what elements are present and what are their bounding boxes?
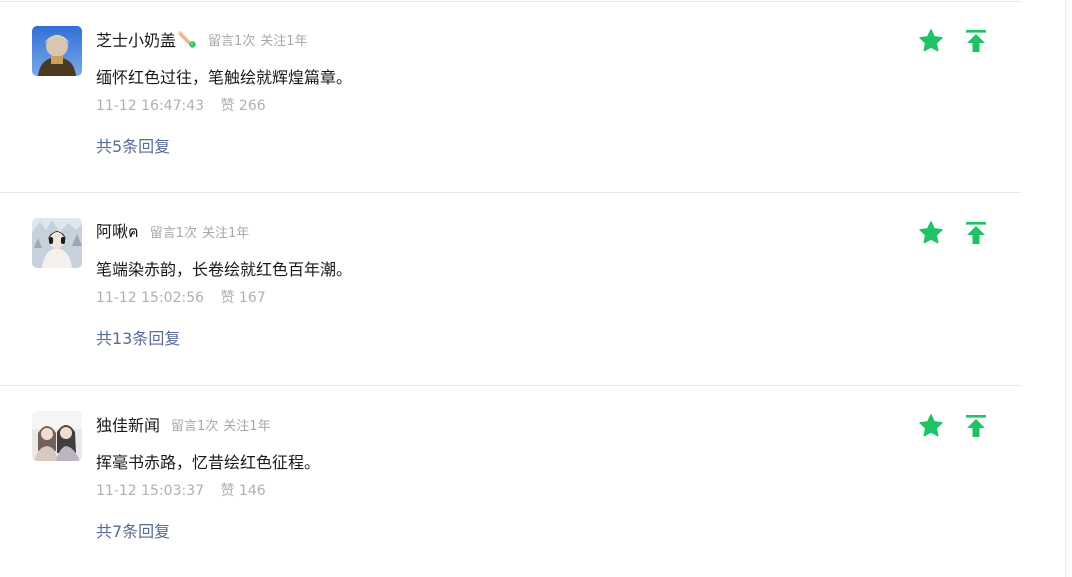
nickname[interactable]: 独佳新闻 — [96, 412, 160, 436]
follow-duration-tag: 关注1年 — [202, 225, 250, 241]
pin-to-top-button[interactable] — [963, 28, 989, 54]
comment-item: 芝士小奶盖 留言1次 关注1年 缅怀红色过往，笔触绘就辉煌篇章。 11-12 1… — [0, 0, 1021, 192]
comment-item: 阿啾ฅ 留言1次 关注1年 笔端染赤韵，长卷绘就红色百年潮。 11-12 15:… — [0, 192, 1021, 384]
name-row: 芝士小奶盖 留言1次 关注1年 — [96, 28, 308, 50]
comment-text: 缅怀红色过往，笔触绘就辉煌篇章。 — [96, 68, 353, 87]
timestamp: 11-12 15:03:37 — [96, 483, 205, 499]
comment-item: 独佳新闻 留言1次 关注1年 挥毫书赤路，忆昔绘红色征程。 11-12 15:0… — [0, 385, 1021, 577]
pin-to-top-button[interactable] — [963, 220, 989, 246]
avatar[interactable] — [32, 218, 82, 268]
star-button[interactable] — [918, 220, 944, 246]
avatar[interactable] — [32, 411, 82, 461]
timestamp: 11-12 16:47:43 — [96, 98, 205, 114]
avatar[interactable] — [32, 26, 82, 76]
view-replies-link[interactable]: 共7条回复 — [96, 518, 170, 542]
carrot-emoji-icon — [177, 29, 197, 49]
comment-meta: 11-12 15:03:37 赞 146 — [96, 480, 266, 500]
view-replies-link[interactable]: 共5条回复 — [96, 133, 170, 157]
like-count: 赞 146 — [220, 483, 266, 499]
comment-meta: 11-12 16:47:43 赞 266 — [96, 95, 266, 115]
message-count-tag: 留言1次 — [208, 33, 256, 49]
pin-to-top-button[interactable] — [963, 413, 989, 439]
message-count-tag: 留言1次 — [171, 418, 219, 434]
scrollbar-track[interactable] — [1065, 0, 1072, 577]
follow-duration-tag: 关注1年 — [223, 418, 271, 434]
follow-duration-tag: 关注1年 — [260, 33, 308, 49]
pin-to-top-icon — [966, 222, 986, 244]
pin-to-top-icon — [966, 30, 986, 52]
comment-meta: 11-12 15:02:56 赞 167 — [96, 287, 266, 307]
nickname[interactable]: 芝士小奶盖 — [96, 27, 176, 51]
star-icon — [919, 29, 943, 52]
message-count-tag: 留言1次 — [149, 225, 197, 241]
star-icon — [919, 414, 943, 437]
view-replies-link[interactable]: 共13条回复 — [96, 325, 180, 349]
pin-to-top-icon — [966, 415, 986, 437]
comment-list-page: 芝士小奶盖 留言1次 关注1年 缅怀红色过往，笔触绘就辉煌篇章。 11-12 1… — [0, 0, 1072, 577]
star-icon — [919, 221, 943, 244]
comment-text: 笔端染赤韵，长卷绘就红色百年潮。 — [96, 260, 353, 279]
nickname[interactable]: 阿啾ฅ — [96, 218, 139, 245]
like-count: 赞 167 — [220, 290, 266, 306]
comment-text: 挥毫书赤路，忆昔绘红色征程。 — [96, 453, 321, 472]
name-row: 阿啾ฅ 留言1次 关注1年 — [96, 220, 249, 242]
like-count: 赞 266 — [220, 98, 266, 114]
timestamp: 11-12 15:02:56 — [96, 290, 205, 306]
star-button[interactable] — [918, 28, 944, 54]
name-row: 独佳新闻 留言1次 关注1年 — [96, 413, 271, 435]
star-button[interactable] — [918, 413, 944, 439]
